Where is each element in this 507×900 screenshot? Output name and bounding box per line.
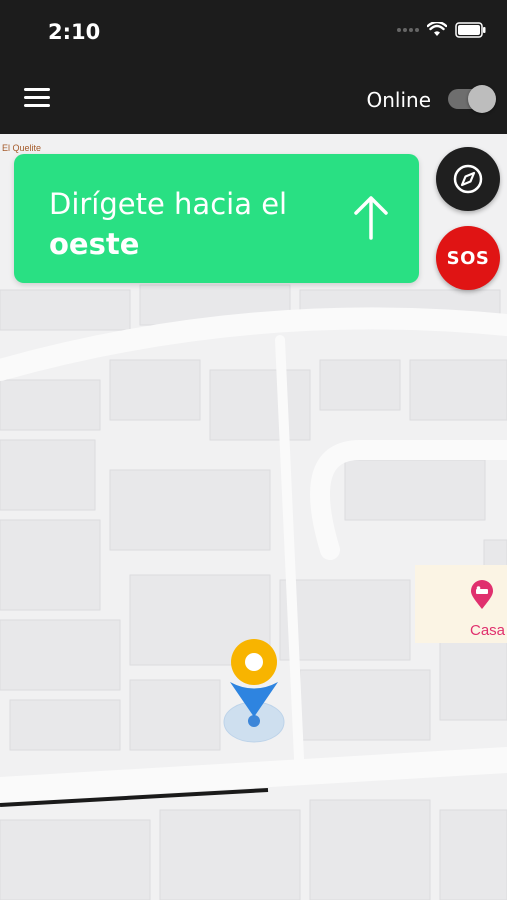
signal-icon: [397, 28, 419, 32]
compass-button[interactable]: [436, 147, 500, 211]
arrow-up-icon: [354, 196, 388, 240]
online-status-label: Online: [366, 88, 431, 112]
hotel-pin-icon[interactable]: [470, 580, 494, 610]
system-icons: [397, 22, 487, 38]
instruction-prefix: Dirígete hacia el: [49, 187, 288, 221]
place-label: El Quelite: [2, 143, 42, 153]
status-time: 2:10: [48, 20, 101, 44]
navigation-instruction-card: Dirígete hacia el oeste: [14, 154, 419, 283]
battery-icon: [455, 22, 486, 38]
location-marker-icon: [223, 639, 285, 743]
toggle-knob: [468, 85, 496, 113]
hamburger-menu-icon[interactable]: [24, 88, 50, 110]
poi-label: Casa: [470, 622, 506, 639]
status-bar: 2:10: [0, 0, 507, 66]
compass-icon: [453, 164, 483, 194]
instruction-direction: oeste: [49, 227, 140, 261]
sos-button[interactable]: SOS: [436, 226, 500, 290]
map[interactable]: [0, 0, 507, 900]
online-toggle[interactable]: [448, 85, 496, 113]
navigation-instruction: Dirígete hacia el oeste: [49, 184, 287, 264]
wifi-icon: [427, 22, 447, 36]
app-bar: Online: [0, 66, 507, 134]
